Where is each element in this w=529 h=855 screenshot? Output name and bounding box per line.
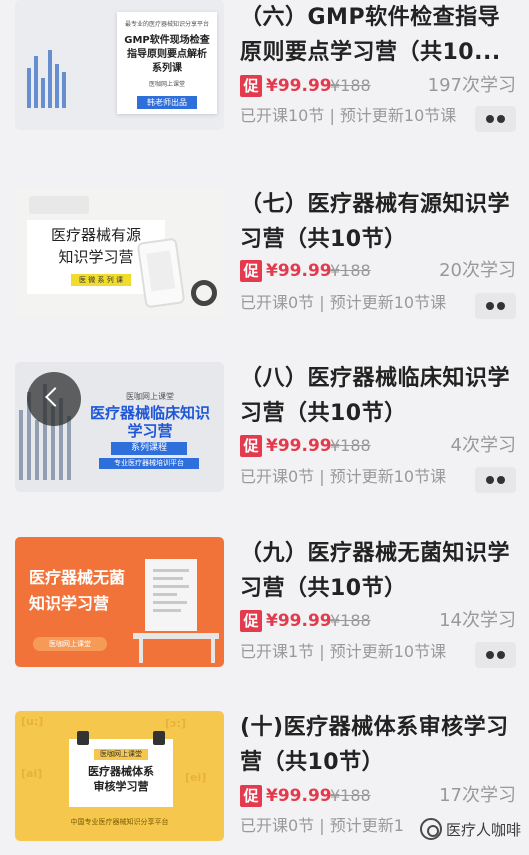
- course-title[interactable]: （六）GMP软件检查指导原则要点学习营（共10...: [240, 0, 522, 70]
- course-item[interactable]: 医疗器械无菌 知识学习营 医咖网上课堂 （九）医疗器械无菌知识学习营（共10节）…: [0, 536, 529, 711]
- thumbnail-brand: 医咖网上课堂: [148, 81, 185, 88]
- thumbnail-title-line: 医疗器械无菌: [29, 568, 126, 587]
- more-options-button[interactable]: [475, 106, 516, 132]
- binder-clip-icon: [77, 731, 89, 745]
- price-row: 促 ¥99.99 ¥188 20次学习: [240, 259, 522, 285]
- learn-count: 17次学习: [439, 785, 516, 806]
- notebook-illustration: [29, 196, 89, 214]
- learn-count: 14次学习: [439, 610, 516, 631]
- desk-illustration: [133, 633, 219, 639]
- course-progress: 已开课1节 | 预计更新10节课: [240, 642, 447, 661]
- thumbnail-tag: 韩老师出品: [137, 96, 197, 109]
- original-price: ¥188: [330, 611, 371, 630]
- course-thumbnail[interactable]: 医疗器械无菌 知识学习营 医咖网上课堂: [15, 537, 224, 667]
- decorative-chart-icon: [27, 48, 71, 108]
- promo-badge: 促: [240, 435, 262, 457]
- promo-badge: 促: [240, 75, 262, 97]
- course-thumbnail[interactable]: [u:] [ɔ:] [ai] [ei] 医咖网上课堂 医疗器械体系 审核学习营 …: [15, 711, 224, 841]
- document-illustration: [145, 559, 197, 631]
- course-item[interactable]: 医疗器械有源 知识学习营 医 微 系 列 课 （七）医疗器械有源知识学习营（共1…: [0, 187, 529, 362]
- promo-badge: 促: [240, 610, 262, 632]
- price-row: 促 ¥99.99 ¥188 4次学习: [240, 434, 522, 460]
- chevron-left-icon: [45, 387, 65, 407]
- carousel-back-button[interactable]: [27, 372, 81, 426]
- thumbnail-title-line: 系列课: [152, 63, 182, 74]
- learn-count: 4次学习: [450, 435, 516, 456]
- watermark-text: 医疗人咖啡: [446, 821, 522, 839]
- thumbnail-tag: 系列课程: [111, 442, 187, 455]
- original-price: ¥188: [330, 436, 371, 455]
- dot-icon: [486, 476, 494, 484]
- sale-price: ¥99.99: [266, 611, 332, 631]
- thumbnail-title-line: 指导原则要点解析: [127, 49, 207, 60]
- course-title[interactable]: （九）医疗器械无菌知识学习营（共10节）: [240, 536, 522, 606]
- sale-price: ¥99.99: [266, 436, 332, 456]
- dot-icon: [486, 115, 494, 123]
- thumbnail-tag: 医咖网上课堂: [94, 749, 148, 760]
- course-thumbnail[interactable]: 医咖网上课堂 医疗器械临床知识 学习营 系列课程 专业医疗器械培训平台: [15, 362, 224, 492]
- sale-price: ¥99.99: [266, 76, 332, 96]
- original-price: ¥188: [330, 261, 371, 280]
- course-item[interactable]: 医咖网上课堂 医疗器械临床知识 学习营 系列课程 专业医疗器械培训平台 （八）医…: [0, 361, 529, 536]
- thumbnail-title-line: 医疗器械临床知识: [89, 404, 210, 422]
- course-thumbnail[interactable]: 医疗器械有源 知识学习营 医 微 系 列 课: [15, 188, 224, 318]
- price-row: 促 ¥99.99 ¥188 17次学习: [240, 784, 522, 810]
- more-options-button[interactable]: [475, 467, 516, 493]
- sale-price: ¥99.99: [266, 261, 332, 281]
- course-title[interactable]: （七）医疗器械有源知识学习营（共10节）: [240, 187, 522, 257]
- thumbnail-title-line: 医疗器械体系: [88, 765, 154, 778]
- thumbnail-brand: 医咖网上课堂: [126, 392, 174, 401]
- phone-illustration: [136, 237, 186, 309]
- more-options-button[interactable]: [475, 293, 516, 319]
- binder-clip-icon: [153, 731, 165, 745]
- dot-icon: [486, 651, 494, 659]
- thumbnail-subtitle: 专业医疗器械培训平台: [99, 458, 199, 469]
- learn-count: 20次学习: [439, 260, 516, 281]
- dot-icon: [497, 476, 505, 484]
- dot-icon: [486, 302, 494, 310]
- course-list: 最专业的医疗器械知识分享平台 GMP软件现场检查 指导原则要点解析 系列课 医咖…: [0, 0, 529, 855]
- thumbnail-title-line: 审核学习营: [93, 780, 149, 793]
- promo-badge: 促: [240, 785, 262, 807]
- original-price: ¥188: [330, 76, 371, 95]
- thumbnail-subtitle: 中国专业医疗器械知识分享平台: [70, 818, 169, 826]
- thumbnail-title-line: 学习营: [127, 422, 173, 440]
- course-thumbnail[interactable]: 最专业的医疗器械知识分享平台 GMP软件现场检查 指导原则要点解析 系列课 医咖…: [15, 0, 224, 130]
- sale-price: ¥99.99: [266, 786, 332, 806]
- thumbnail-tag: 医 微 系 列 课: [79, 276, 123, 284]
- thumbnail-tag: 医咖网上课堂: [33, 637, 107, 651]
- more-options-button[interactable]: [475, 642, 516, 668]
- dot-icon: [497, 115, 505, 123]
- course-progress: 已开课0节 | 预计更新10节课: [240, 467, 447, 486]
- course-title[interactable]: （八）医疗器械临床知识学习营（共10节）: [240, 361, 522, 431]
- original-price: ¥188: [330, 786, 371, 805]
- dot-icon: [497, 651, 505, 659]
- course-item[interactable]: 最专业的医疗器械知识分享平台 GMP软件现场检查 指导原则要点解析 系列课 医咖…: [0, 0, 529, 175]
- promo-badge: 促: [240, 260, 262, 282]
- course-progress: 已开课10节 | 预计更新10节课: [240, 106, 457, 125]
- thumbnail-subtitle: 最专业的医疗器械知识分享平台: [124, 21, 209, 28]
- glasses-illustration: [191, 280, 217, 306]
- thumbnail-title-line: GMP软件现场检查: [124, 35, 210, 46]
- learn-count: 197次学习: [427, 75, 516, 96]
- price-row: 促 ¥99.99 ¥188 197次学习: [240, 74, 522, 100]
- course-title[interactable]: (十)医疗器械体系审核学习营（共10节）: [240, 710, 522, 780]
- course-progress: 已开课0节 | 预计更新10节课: [240, 293, 447, 312]
- price-row: 促 ¥99.99 ¥188 14次学习: [240, 609, 522, 635]
- account-watermark: 医疗人咖啡: [420, 814, 526, 846]
- thumbnail-title-line: 知识学习营: [29, 594, 110, 613]
- wechat-channel-icon: [420, 818, 442, 840]
- dot-icon: [497, 302, 505, 310]
